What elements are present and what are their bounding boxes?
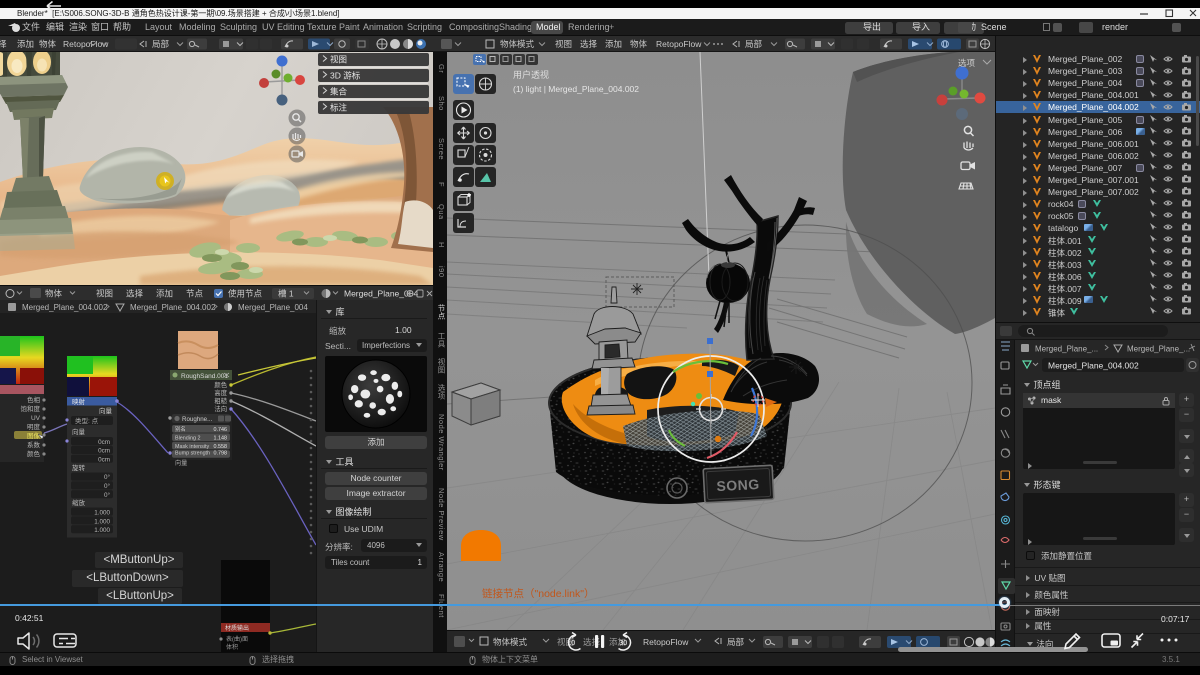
svg-text:槽 1: 槽 1 xyxy=(278,289,294,299)
svg-text:局部: 局部 xyxy=(152,39,170,49)
svg-text:RoughSand.001: RoughSand.001 xyxy=(181,373,228,380)
svg-text:1.000: 1.000 xyxy=(94,518,110,525)
svg-text:0°: 0° xyxy=(104,482,111,490)
svg-text:视图: 视图 xyxy=(330,55,347,65)
svg-text:颜色: 颜色 xyxy=(27,449,41,458)
svg-text:Mask intensity: Mask intensity xyxy=(175,444,209,450)
svg-text:向量: 向量 xyxy=(175,459,187,467)
svg-text:类型: 点: 类型: 点 xyxy=(75,416,99,425)
svg-text:物体: 物体 xyxy=(45,289,63,299)
svg-text:视图: 视图 xyxy=(555,39,572,49)
svg-text:视图: 视图 xyxy=(96,289,113,299)
svg-text:添加: 添加 xyxy=(605,39,622,49)
svg-text:物体模式: 物体模式 xyxy=(493,637,528,647)
svg-text:择: 择 xyxy=(0,39,7,49)
svg-text:局部: 局部 xyxy=(745,39,763,49)
svg-text:材质输出: 材质输出 xyxy=(225,624,249,632)
svg-text:向量: 向量 xyxy=(99,406,113,415)
svg-text:法向: 法向 xyxy=(214,404,227,413)
svg-text:节点: 节点 xyxy=(186,289,204,299)
svg-text:粗糙: 粗糙 xyxy=(214,396,227,405)
svg-text:Merged_Plane_004.002: Merged_Plane_004.002 xyxy=(22,303,108,312)
svg-text:色相: 色相 xyxy=(27,395,41,404)
svg-text:3D 游标: 3D 游标 xyxy=(330,71,361,81)
svg-text:0cm: 0cm xyxy=(98,447,110,454)
svg-text:标注: 标注 xyxy=(330,103,348,113)
svg-text:集合: 集合 xyxy=(330,87,348,97)
svg-text:Merged_Plane_...: Merged_Plane_... xyxy=(1035,345,1098,354)
svg-text:饱和度: 饱和度 xyxy=(21,404,41,413)
svg-text:Bump strength: Bump strength xyxy=(175,451,210,457)
svg-text:添加: 添加 xyxy=(17,39,34,49)
svg-text:0.746: 0.746 xyxy=(214,427,228,433)
svg-text:30: 30 xyxy=(619,638,627,647)
svg-text:明度: 明度 xyxy=(27,422,41,431)
svg-text:0cm: 0cm xyxy=(98,439,110,446)
svg-text:高度: 高度 xyxy=(214,388,227,397)
svg-text:1.148: 1.148 xyxy=(214,435,228,441)
svg-text:体积: 体积 xyxy=(226,643,238,651)
svg-text:0°: 0° xyxy=(104,473,111,481)
svg-text:选择: 选择 xyxy=(580,39,598,49)
svg-text:Roughne...: Roughne... xyxy=(182,416,213,423)
svg-text:颜色: 颜色 xyxy=(214,380,227,389)
svg-text:选项: 选项 xyxy=(958,58,976,68)
svg-text:用户透视: 用户透视 xyxy=(513,69,549,80)
svg-text:0.558: 0.558 xyxy=(214,444,228,450)
svg-text:RetopoFlow: RetopoFlow xyxy=(656,39,702,49)
svg-text:物体: 物体 xyxy=(39,39,57,49)
svg-text:物体: 物体 xyxy=(630,39,648,49)
svg-text:1.000: 1.000 xyxy=(94,510,110,517)
svg-text:链接节点（"node.link"）: 链接节点（"node.link"） xyxy=(482,587,595,600)
svg-text:旋转: 旋转 xyxy=(72,463,86,472)
svg-text:别名: 别名 xyxy=(175,425,186,433)
svg-text:10: 10 xyxy=(567,638,575,647)
svg-text:使用节点: 使用节点 xyxy=(228,289,263,299)
svg-text:0°: 0° xyxy=(104,491,111,499)
svg-text:表(曲)面: 表(曲)面 xyxy=(226,635,248,643)
svg-text:选择: 选择 xyxy=(126,289,144,299)
svg-text:系数: 系数 xyxy=(27,440,41,449)
svg-text:Merged_Plane_...: Merged_Plane_... xyxy=(1127,345,1190,354)
svg-text:0cm: 0cm xyxy=(98,456,110,463)
svg-text:(1) light | Merged_Plane_004.0: (1) light | Merged_Plane_004.002 xyxy=(513,84,639,94)
svg-text:映射: 映射 xyxy=(72,397,86,406)
svg-text:局部: 局部 xyxy=(727,637,745,647)
svg-text:向量: 向量 xyxy=(72,427,86,436)
svg-text:SONG: SONG xyxy=(716,476,760,494)
svg-text:Merged_Plane_004.002: Merged_Plane_004.002 xyxy=(1048,361,1139,371)
svg-text:UV: UV xyxy=(31,415,41,422)
svg-text:缩放: 缩放 xyxy=(72,498,86,507)
svg-text:Merged_Plane_004: Merged_Plane_004 xyxy=(238,303,308,312)
svg-text:1.000: 1.000 xyxy=(94,527,110,534)
svg-text:物体模式: 物体模式 xyxy=(500,39,535,49)
svg-text:0.798: 0.798 xyxy=(214,451,228,457)
svg-text:添加: 添加 xyxy=(156,289,173,299)
svg-text:图像: 图像 xyxy=(27,431,41,440)
svg-text:Merged_Plane_004.002: Merged_Plane_004.002 xyxy=(130,303,216,312)
svg-text:Blending 2: Blending 2 xyxy=(175,435,200,441)
svg-text:RetopoFlow: RetopoFlow xyxy=(643,637,689,647)
